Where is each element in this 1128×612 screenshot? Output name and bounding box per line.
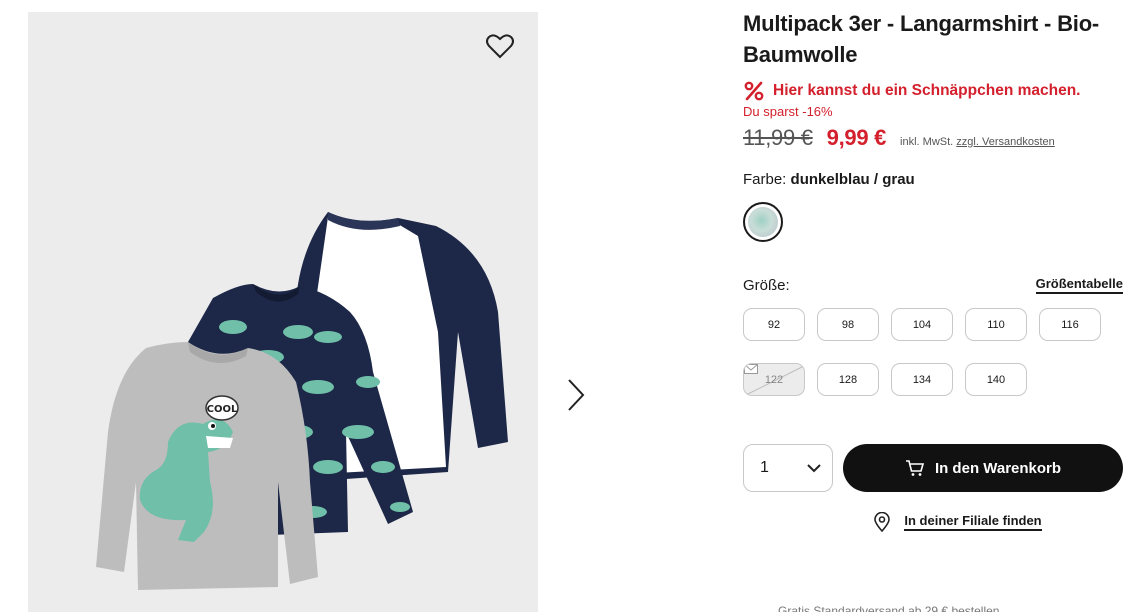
tax-text: inkl. MwSt. <box>900 136 954 148</box>
size-options: 92 98 104 110 116 122 128 134 140 <box>743 308 1123 396</box>
mail-icon <box>744 364 758 374</box>
shipping-link[interactable]: zzgl. Versandkosten <box>956 136 1054 148</box>
add-to-cart-label: In den Warenkorb <box>934 459 1062 477</box>
size-option[interactable]: 110 <box>965 308 1027 341</box>
size-label-text: 134 <box>912 373 932 386</box>
color-swatch[interactable] <box>743 202 783 242</box>
quantity-select[interactable]: 1 <box>743 444 833 492</box>
add-to-cart-button[interactable]: In den Warenkorb <box>843 444 1123 492</box>
chevron-right-icon <box>568 379 585 411</box>
current-price: 9,99 € <box>826 125 887 150</box>
size-option[interactable]: 128 <box>817 363 879 396</box>
shipping-note: Gratis Standardversand ab 29 € bestellen <box>778 604 1000 612</box>
savings-text: Du sparst -16% <box>743 104 833 119</box>
heart-icon <box>486 34 514 59</box>
size-option[interactable]: 140 <box>965 363 1027 396</box>
deal-banner: Hier kannst du ein Schnäppchen machen. <box>743 80 1123 102</box>
deal-text: Hier kannst du ein Schnäppchen machen. <box>773 82 1081 99</box>
size-option[interactable]: 92 <box>743 308 805 341</box>
product-illustration: COOL <box>96 212 508 590</box>
old-price: 11,99 € <box>743 125 813 150</box>
location-pin-icon <box>874 512 891 532</box>
size-option[interactable]: 116 <box>1039 308 1101 341</box>
chevron-down-icon <box>807 464 821 473</box>
color-value: dunkelblau / grau <box>790 171 915 188</box>
size-option[interactable]: 104 <box>891 308 953 341</box>
size-option[interactable]: 134 <box>891 363 953 396</box>
size-label-text: 110 <box>987 318 1005 331</box>
buy-row: 1 In den Warenkorb <box>743 444 1123 492</box>
tax-info: inkl. MwSt. zzgl. Versandkosten <box>900 136 1055 148</box>
percent-icon <box>744 81 764 101</box>
size-option-unavailable[interactable]: 122 <box>743 363 805 396</box>
size-table-link[interactable]: Größentabelle <box>1035 276 1123 294</box>
size-label-text: 122 <box>764 373 784 386</box>
size-header: Größe: Größentabelle <box>743 276 1123 294</box>
store-finder-link[interactable]: In deiner Filiale finden <box>904 513 1042 531</box>
quantity-value: 1 <box>760 459 769 476</box>
size-label-text: 92 <box>767 318 781 331</box>
size-label-text: 98 <box>841 318 855 331</box>
size-label-text: 128 <box>838 373 858 386</box>
product-info: Multipack 3er - Langarmshirt - Bio-Baumw… <box>743 8 1123 532</box>
size-label-text: 116 <box>1061 318 1079 331</box>
cart-icon <box>905 460 924 476</box>
next-image-button[interactable] <box>560 376 592 414</box>
product-title: Multipack 3er - Langarmshirt - Bio-Baumw… <box>743 11 1100 67</box>
color-label: Farbe: <box>743 171 787 188</box>
wishlist-button[interactable] <box>482 28 518 64</box>
shirt-grey-dino: COOL <box>96 342 318 590</box>
store-finder: In deiner Filiale finden <box>793 512 1123 532</box>
price-row: 11,99 € 9,99 € inkl. MwSt. zzgl. Versand… <box>743 125 1123 151</box>
size-label: Größe: <box>743 276 790 294</box>
size-option[interactable]: 98 <box>817 308 879 341</box>
size-label-text: 104 <box>912 318 932 331</box>
dino-speech-text: COOL <box>207 404 238 415</box>
color-label-row: Farbe: dunkelblau / grau <box>743 171 1123 188</box>
product-image[interactable]: COOL <box>28 12 538 612</box>
color-swatch-image <box>748 207 778 237</box>
size-label-text: 140 <box>986 373 1006 386</box>
